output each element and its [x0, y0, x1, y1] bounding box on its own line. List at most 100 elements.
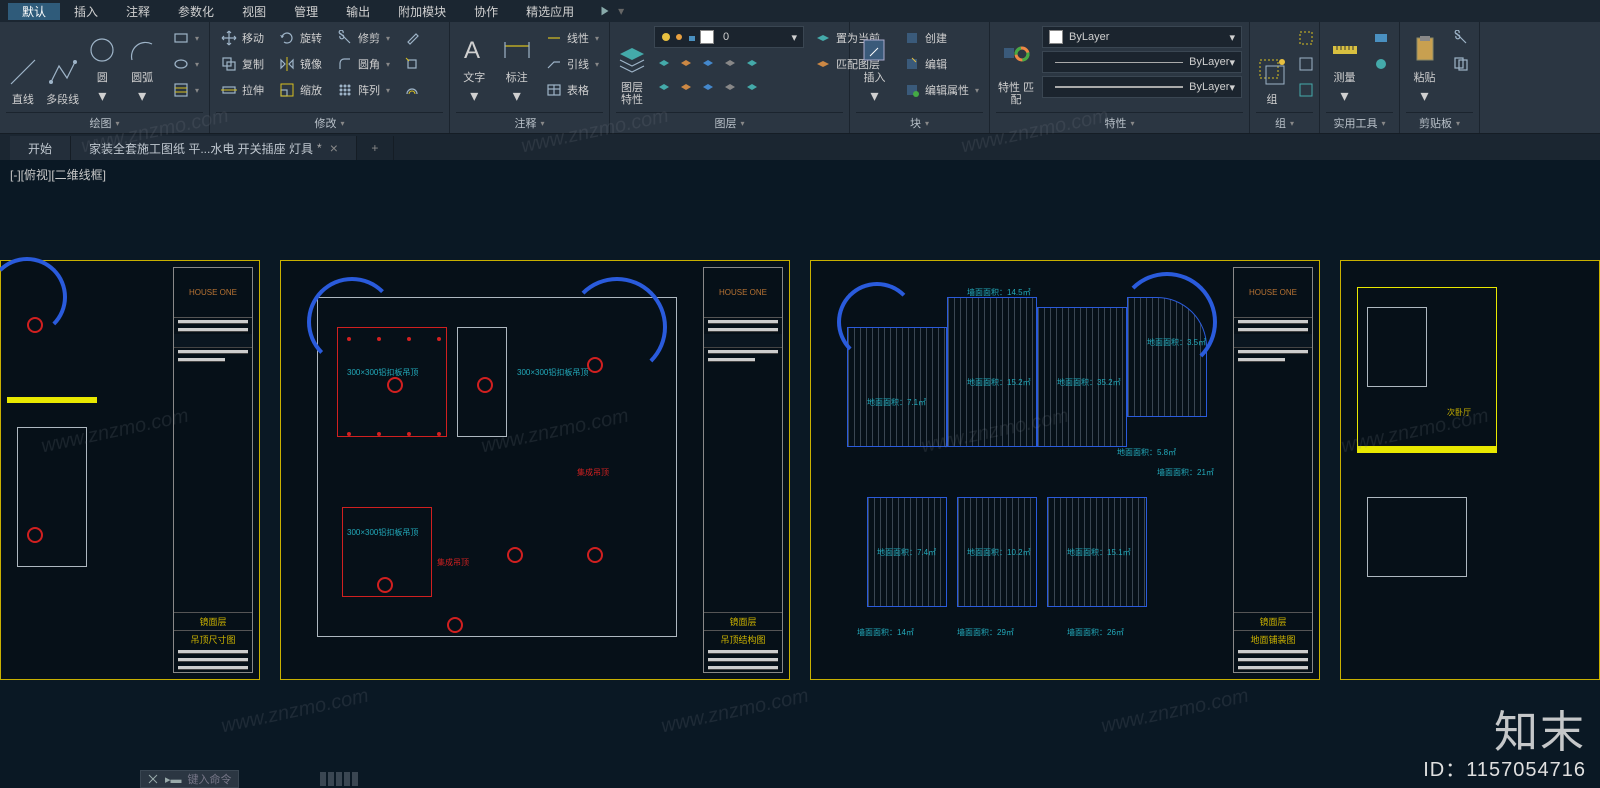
titleblock-2: HOUSE ONE 镜面层 吊顶结构图 [703, 267, 783, 673]
tool-linetype[interactable]: 线性▾ [541, 26, 603, 50]
menu-item-manage[interactable]: 管理 [280, 3, 332, 20]
model-viewport[interactable]: [-][俯视][二维线框] HOUSE ONE 镜面层 吊顶尺寸图 [0, 160, 1600, 770]
cut-icon[interactable] [1449, 26, 1473, 50]
close-icon[interactable]: × [330, 140, 338, 156]
layer-icon6[interactable] [654, 76, 674, 98]
tool-explode-icon[interactable] [400, 52, 424, 76]
menu-item-default[interactable]: 默认 [8, 3, 60, 20]
layer-icon7[interactable] [676, 76, 696, 98]
tool-rotate[interactable]: 旋转 [274, 26, 326, 50]
tool-move[interactable]: 移动 [216, 26, 268, 50]
panel-modify: 移动 复制 拉伸 旋转 镜像 缩放 修剪▾ 圆角▾ 阵列▾ 修改▾ [210, 22, 450, 133]
cmd-close-icon[interactable] [147, 773, 159, 785]
tool-offset-icon[interactable] [400, 78, 424, 102]
panel-utility: 测量▾ 实用工具▾ [1320, 22, 1400, 133]
play-icon[interactable] [598, 4, 612, 18]
chevron-right-icon: ▸▬ [165, 773, 182, 786]
titleblock-1: HOUSE ONE 镜面层 吊顶尺寸图 [173, 267, 253, 673]
panel-block: 插入▾ 创建 编辑 编辑属性▾ 块▾ [850, 22, 990, 133]
tool-polyline[interactable]: 多段线 [46, 26, 80, 106]
menu-item-output[interactable]: 输出 [332, 3, 384, 20]
panel-draw: 直线 多段线 圆▾ 圆弧▾ ▾ ▾ ▾ 绘图▾ [0, 22, 210, 133]
sheet-2[interactable]: 300×300铝扣板吊顶 300×300铝扣板吊顶 300×300铝扣板吊顶 集… [280, 260, 790, 680]
drawing-sheets: HOUSE ONE 镜面层 吊顶尺寸图 [0, 260, 1600, 680]
tool-paste[interactable]: 粘贴▾ [1406, 26, 1443, 106]
block-editattr[interactable]: 编辑属性▾ [899, 78, 983, 102]
group-icon3[interactable] [1294, 78, 1318, 102]
tool-trim[interactable]: 修剪▾ [332, 26, 394, 50]
sheet-4[interactable]: 次卧厅 [1340, 260, 1600, 680]
lock-icon [687, 32, 697, 42]
quick-access: ▾ [598, 4, 624, 18]
tool-dimension[interactable]: 标注▾ [498, 26, 534, 106]
tab-new[interactable]: + [357, 136, 394, 160]
menu-item-collab[interactable]: 协作 [460, 3, 512, 20]
tool-line[interactable]: 直线 [6, 26, 40, 106]
lineweight-combo[interactable]: ByLayer▾ [1042, 76, 1242, 98]
menu-item-annotate[interactable]: 注释 [112, 3, 164, 20]
viewport-label[interactable]: [-][俯视][二维线框] [10, 166, 106, 183]
linetype-combo[interactable]: ByLayer▾ [1042, 51, 1242, 73]
panel-annotation: A 文字▾ 标注▾ 线性▾ 引线▾ 表格 注释▾ [450, 22, 610, 133]
block-edit[interactable]: 编辑 [899, 52, 983, 76]
layer-icon9[interactable] [720, 76, 740, 98]
tool-fillet[interactable]: 圆角▾ [332, 52, 394, 76]
tool-table[interactable]: 表格 [541, 78, 603, 102]
sheet-3[interactable]: 墙面面积：14.5㎡ 地面面积：3.5㎡ 地面面积：7.1㎡ 地面面积：15.2… [810, 260, 1320, 680]
command-prompt: 键入命令 [188, 771, 232, 787]
tool-scale[interactable]: 缩放 [274, 78, 326, 102]
watermark: www.znzmo.com [659, 685, 811, 739]
sheet-1[interactable]: HOUSE ONE 镜面层 吊顶尺寸图 [0, 260, 260, 680]
layer-combo[interactable]: 0 ▾ [654, 26, 804, 48]
layer-icon8[interactable] [698, 76, 718, 98]
layer-state-icon[interactable] [654, 52, 674, 74]
tool-group[interactable]: 组 [1256, 26, 1288, 106]
tool-mirror[interactable]: 镜像 [274, 52, 326, 76]
tool-erase-icon[interactable] [400, 26, 424, 50]
layer-off-icon[interactable] [720, 52, 740, 74]
tool-leader[interactable]: 引线▾ [541, 52, 603, 76]
color-combo[interactable]: ByLayer▾ [1042, 26, 1242, 48]
copy-clip-icon[interactable] [1449, 52, 1473, 76]
panel-properties: 特性 匹配 ByLayer▾ ByLayer▾ ByLayer▾ 特性▾ [990, 22, 1250, 133]
tool-ellipse-icon[interactable]: ▾ [169, 52, 203, 76]
file-tabs: 开始 家装全套施工图纸 平...水电 开关插座 灯具* × + [0, 134, 1600, 160]
layer-icon10[interactable] [742, 76, 762, 98]
tool-circle[interactable]: 圆▾ [86, 26, 120, 106]
id-label: ID：1157054716 [1423, 753, 1586, 782]
tab-drawing[interactable]: 家装全套施工图纸 平...水电 开关插座 灯具* × [71, 136, 357, 160]
layer-properties[interactable]: 图层 特性 [616, 26, 648, 106]
layer-lock2-icon[interactable] [742, 52, 762, 74]
panel-group: 组 组▾ [1250, 22, 1320, 133]
bulb-icon [661, 32, 671, 42]
util-icon2[interactable] [1369, 52, 1393, 76]
block-insert[interactable]: 插入▾ [856, 26, 893, 106]
menu-item-featured[interactable]: 精选应用 [512, 3, 588, 20]
util-icon1[interactable] [1369, 26, 1393, 50]
svg-text:A: A [464, 37, 480, 64]
layer-freeze-icon[interactable] [698, 52, 718, 74]
top-menu-bar: 默认 插入 注释 参数化 视图 管理 输出 附加模块 协作 精选应用 ▾ [0, 0, 1600, 22]
tool-arc[interactable]: 圆弧▾ [125, 26, 159, 106]
tool-text[interactable]: A 文字▾ [456, 26, 492, 106]
menu-item-addins[interactable]: 附加模块 [384, 3, 460, 20]
tool-array[interactable]: 阵列▾ [332, 78, 394, 102]
menu-item-insert[interactable]: 插入 [60, 3, 112, 20]
command-line[interactable]: ▸▬ 键入命令 [140, 770, 239, 788]
tab-start[interactable]: 开始 [10, 136, 71, 160]
tool-hatch-icon[interactable]: ▾ [169, 78, 203, 102]
match-properties[interactable]: 特性 匹配 [996, 26, 1036, 106]
layer-iso-icon[interactable] [676, 52, 696, 74]
tool-copy[interactable]: 复制 [216, 52, 268, 76]
tool-stretch[interactable]: 拉伸 [216, 78, 268, 102]
group-icon1[interactable] [1294, 26, 1318, 50]
menu-item-view[interactable]: 视图 [228, 3, 280, 20]
group-icon2[interactable] [1294, 52, 1318, 76]
block-create[interactable]: 创建 [899, 26, 983, 50]
ribbon: 直线 多段线 圆▾ 圆弧▾ ▾ ▾ ▾ 绘图▾ [0, 22, 1600, 134]
tool-measure[interactable]: 测量▾ [1326, 26, 1363, 106]
menu-item-parametric[interactable]: 参数化 [164, 3, 228, 20]
tool-rect-icon[interactable]: ▾ [169, 26, 203, 50]
titleblock-3: HOUSE ONE 镜面层 地面铺装图 [1233, 267, 1313, 673]
layout-tabs-icon[interactable] [320, 772, 358, 786]
